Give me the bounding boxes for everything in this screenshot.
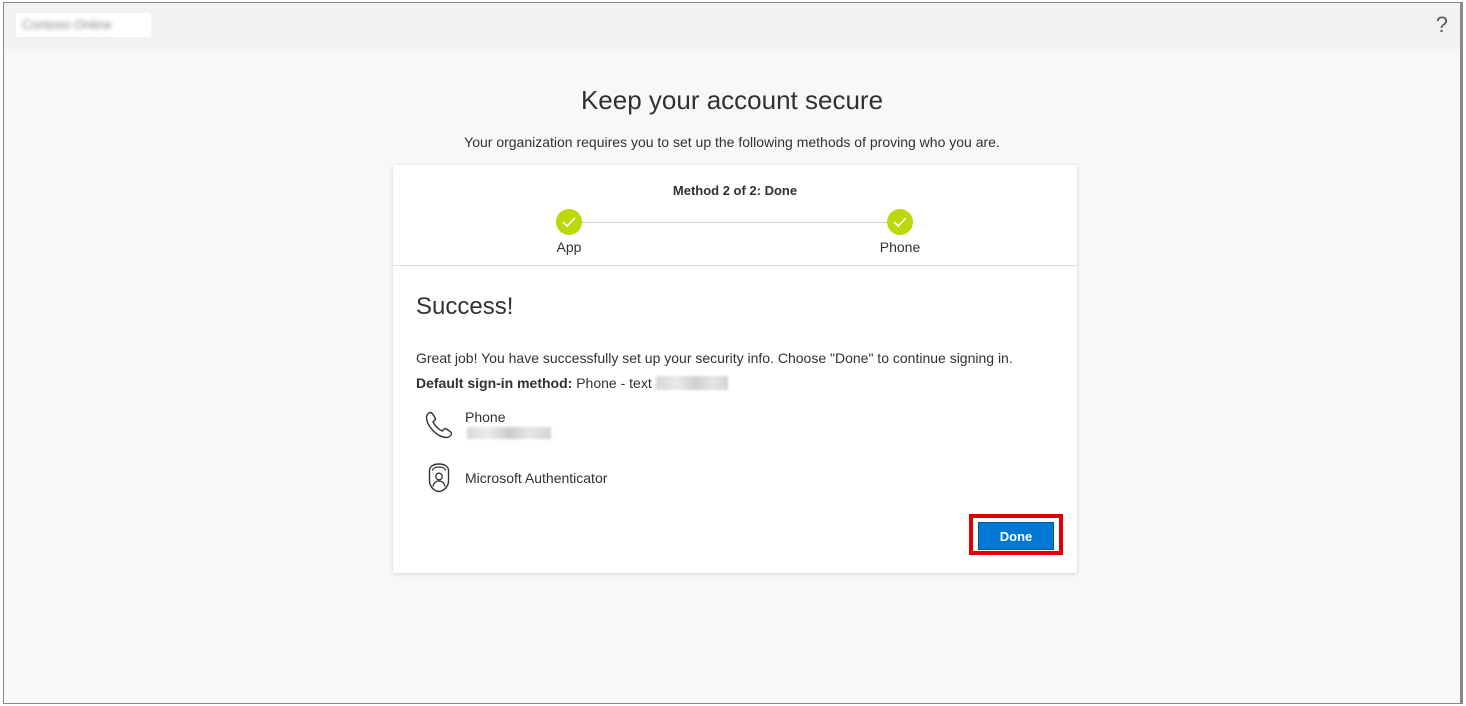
- step-phone-label: Phone: [879, 239, 921, 255]
- help-icon[interactable]: ?: [1436, 13, 1448, 37]
- app-frame: Contoso Online ? Keep your account secur…: [3, 2, 1463, 704]
- phone-icon: [421, 407, 457, 443]
- default-method-label: Default sign-in method:: [416, 375, 573, 391]
- method-authenticator: Microsoft Authenticator: [421, 460, 721, 500]
- progress-title: Method 2 of 2: Done: [672, 183, 798, 198]
- organization-name-text: Contoso Online: [22, 17, 112, 32]
- success-heading: Success!: [416, 293, 514, 320]
- default-method: Default sign-in method: Phone - text: [416, 375, 728, 391]
- success-message: Great job! You have successfully set up …: [416, 350, 1013, 366]
- redacted-phone-detail: [467, 427, 551, 439]
- default-method-value: Phone - text: [576, 375, 652, 391]
- step-phone: Phone: [860, 209, 940, 255]
- page-title: Keep your account secure: [580, 85, 884, 115]
- progress-header: Method 2 of 2: Done App Phone: [393, 165, 1077, 266]
- step-app: App: [529, 209, 609, 255]
- organization-name: Contoso Online: [16, 13, 151, 37]
- step-app-label: App: [556, 239, 582, 255]
- done-button[interactable]: Done: [978, 522, 1054, 550]
- setup-card: Method 2 of 2: Done App Phone Success! G…: [393, 165, 1077, 573]
- redacted-phone-number: [655, 376, 728, 390]
- top-bar: Contoso Online ?: [4, 3, 1460, 49]
- check-icon: [556, 209, 582, 235]
- method-authenticator-name: Microsoft Authenticator: [465, 470, 608, 486]
- check-icon: [887, 209, 913, 235]
- step-connector: [581, 222, 887, 223]
- method-phone-name: Phone: [465, 409, 506, 425]
- method-phone: Phone: [421, 407, 721, 447]
- page-subtitle: Your organization requires you to set up…: [464, 134, 1000, 150]
- authenticator-icon: [421, 460, 457, 496]
